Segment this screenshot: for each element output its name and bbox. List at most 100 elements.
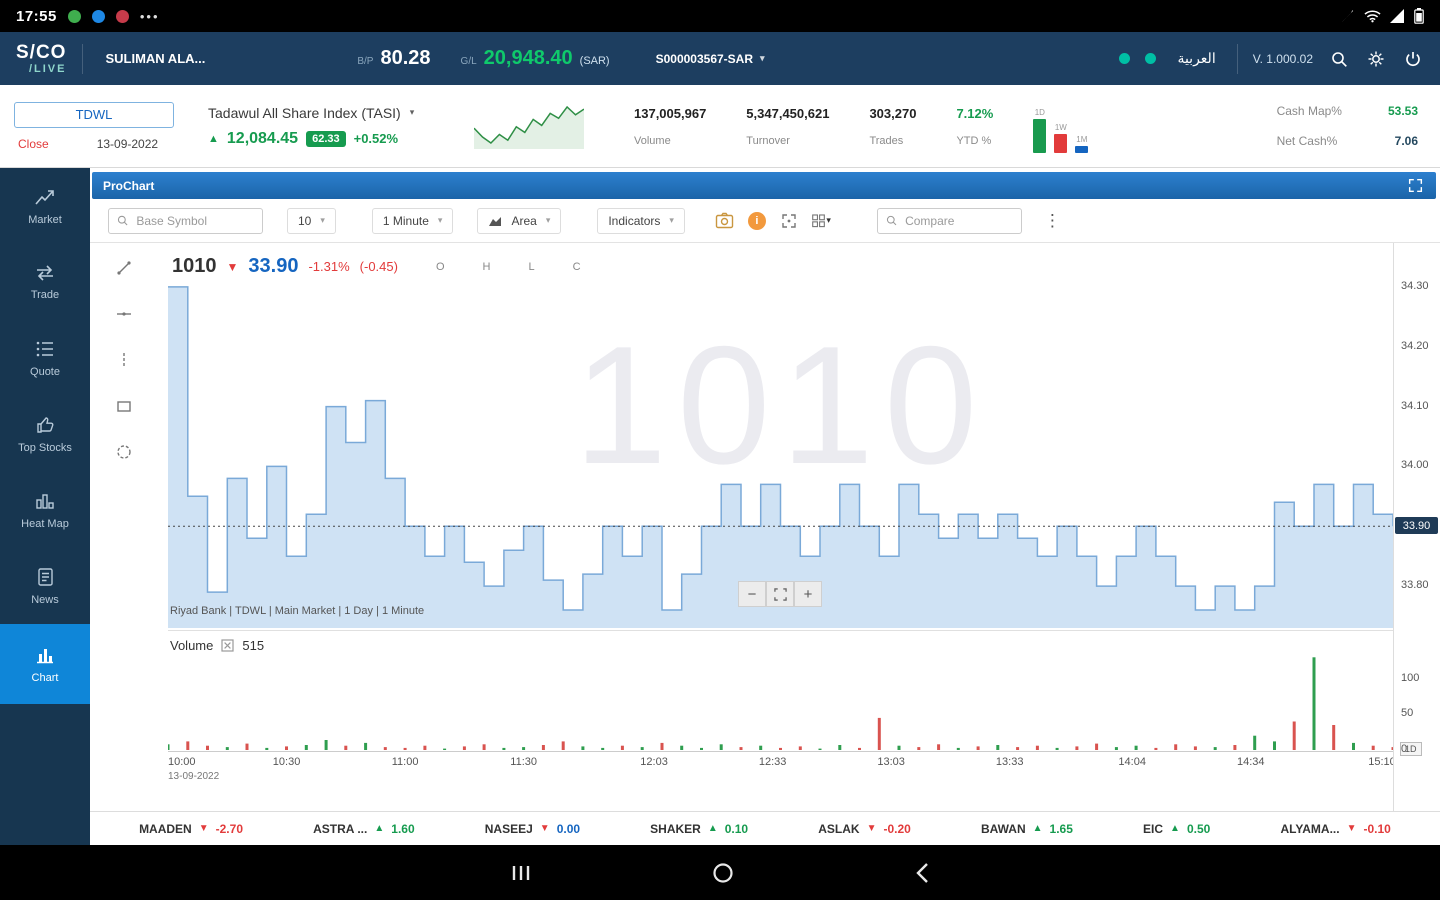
notification-app-icon	[91, 9, 105, 23]
ticker-item[interactable]: BAWAN ▲ 1.65	[981, 822, 1073, 836]
sidebar-item-market[interactable]: Market	[0, 168, 90, 244]
market-selector-button[interactable]: TDWL	[14, 101, 174, 128]
language-toggle-button[interactable]: العربية	[1171, 49, 1221, 68]
zoom-reset-button[interactable]	[766, 581, 794, 607]
interval-dropdown[interactable]: 1 Minute ▾	[371, 207, 454, 234]
sidebar-item-news[interactable]: News	[0, 548, 90, 624]
volume-bar	[759, 745, 763, 750]
expand-chart-button[interactable]	[1406, 176, 1425, 195]
market-status: Close	[18, 136, 49, 151]
search-button[interactable]	[1328, 48, 1350, 70]
x-axis-label: 15:10	[1368, 756, 1396, 768]
home-circle-icon	[713, 862, 733, 883]
trendline-tool[interactable]	[113, 257, 135, 279]
period-dropdown[interactable]: 10 ▾	[287, 207, 336, 234]
ticker-symbol: BAWAN	[980, 821, 1026, 836]
divider	[1236, 43, 1238, 74]
ticker-change: 0.50	[1186, 821, 1211, 836]
sidebar-item-heat-map[interactable]: Heat Map	[0, 472, 90, 548]
more-options-button[interactable]: ⋮	[1038, 210, 1067, 232]
x-axis-label: 12:03	[640, 756, 668, 768]
ticker-item[interactable]: MAADEN ▼ -2.70	[139, 822, 243, 836]
volume-bar	[168, 744, 170, 750]
compare-input[interactable]	[903, 212, 1013, 229]
ohlc-low-label: L	[528, 260, 535, 273]
net-cash-label: Net Cash%	[1276, 134, 1338, 148]
portfolio-metrics: B/P 80.28 G/L 20,948.40 (SAR)	[357, 47, 609, 70]
stat-value: 303,270	[869, 105, 917, 121]
chart-legend: 1010 ▼ 33.90 -1.31% (-0.45) O H L C	[172, 255, 581, 278]
volume-bar	[897, 745, 901, 750]
close-box-icon[interactable]	[221, 639, 234, 652]
app-logo: S/CO /LIVE	[16, 43, 66, 75]
fit-view-icon	[773, 587, 787, 601]
home-button[interactable]	[708, 858, 738, 888]
ticker-item[interactable]: ASTRA ... ▲ 1.60	[313, 822, 415, 836]
volume-bar	[265, 747, 269, 750]
sidebar-item-chart[interactable]: Chart	[0, 624, 90, 704]
back-button[interactable]	[910, 858, 934, 888]
volume-bar	[423, 745, 427, 750]
volume-bar	[996, 745, 1000, 750]
recents-icon	[512, 865, 530, 880]
news-document-icon	[38, 567, 53, 586]
chart-type-dropdown[interactable]: Area ▾	[477, 207, 562, 234]
user-account-button[interactable]: SULIMAN ALA...	[99, 50, 211, 67]
recent-apps-button[interactable]	[506, 860, 536, 886]
volume-bar	[1312, 657, 1316, 750]
fullscreen-button[interactable]	[773, 208, 805, 234]
base-symbol-input[interactable]	[134, 212, 254, 229]
volume-bar	[739, 747, 743, 750]
ticker-item[interactable]: EIC ▲ 0.50	[1143, 822, 1210, 836]
price-axis[interactable]: 33.90 1D 34.3034.2034.1034.0033.9033.801…	[1393, 243, 1440, 811]
vertical-line-tool[interactable]	[113, 349, 135, 371]
volume-bar	[1174, 744, 1178, 750]
zoom-out-button[interactable]: −	[738, 581, 766, 607]
mini-bar	[1075, 146, 1089, 153]
volume-bar	[225, 747, 229, 750]
compare-search[interactable]	[876, 207, 1022, 234]
ellipse-tool[interactable]	[113, 441, 135, 463]
zoom-in-button[interactable]: +	[794, 581, 822, 607]
x-axis-label: 11:00	[391, 756, 419, 768]
indicators-dropdown[interactable]: Indicators ▾	[597, 207, 685, 234]
ticker-item[interactable]: SHAKER ▲ 0.10	[650, 822, 748, 836]
volume-bar	[838, 745, 842, 750]
ticker-item[interactable]: ALYAMA... ▼ -0.10	[1280, 822, 1390, 836]
snapshot-button[interactable]	[709, 208, 741, 234]
volume-bar	[403, 747, 407, 750]
sidebar-item-top-stocks[interactable]: Top Stocks	[0, 396, 90, 472]
drawing-tools-strip	[90, 257, 158, 463]
gain-loss-value: 20,948.40	[483, 47, 573, 69]
alerts-button[interactable]: i	[741, 208, 773, 234]
layout-grid-dropdown[interactable]: ▾	[805, 208, 837, 234]
horizontal-line-tool[interactable]	[113, 303, 135, 325]
sidebar-item-trade[interactable]: Trade	[0, 244, 90, 320]
volume-bar	[1035, 745, 1039, 750]
change-absolute: (-0.45)	[359, 259, 398, 274]
sidebar-item-label: Heat Map	[21, 517, 69, 530]
settings-button[interactable]	[1365, 48, 1387, 70]
sidebar-item-quote[interactable]: Quote	[0, 320, 90, 396]
stat-value: 5,347,450,621	[746, 105, 830, 121]
ticker-arrow-icon: ▲	[707, 823, 718, 834]
rectangle-tool[interactable]	[113, 395, 135, 417]
ticker-item[interactable]: ASLAK ▼ -0.20	[818, 822, 911, 836]
chevron-down-icon: ▾	[760, 53, 765, 63]
account-selector[interactable]: S000003567-SAR ▾	[650, 51, 771, 67]
volume-bar-chart	[168, 657, 1393, 750]
chart-toolbar: 10 ▾ 1 Minute ▾ Area ▾ Indicators ▾ i	[90, 199, 1440, 243]
clock: 17:55	[16, 7, 57, 25]
plot-area[interactable]: 1010 ▼ 33.90 -1.31% (-0.45) O H L C 1010…	[168, 243, 1396, 811]
search-icon	[117, 215, 128, 226]
logout-button[interactable]	[1402, 48, 1424, 70]
ticker-change: -2.70	[215, 821, 243, 836]
x-axis-label: 13:33	[995, 756, 1024, 768]
y-axis-label: 34.10	[1401, 399, 1429, 412]
volume-bar	[1352, 742, 1355, 750]
grid-icon	[812, 213, 825, 227]
base-symbol-search[interactable]	[108, 207, 263, 234]
index-selector[interactable]: Tadawul All Share Index (TASI) ▾	[208, 105, 414, 121]
ticker-arrow-icon: ▲	[1170, 823, 1180, 834]
ticker-item[interactable]: NASEEJ ▼ 0.00	[485, 822, 580, 836]
